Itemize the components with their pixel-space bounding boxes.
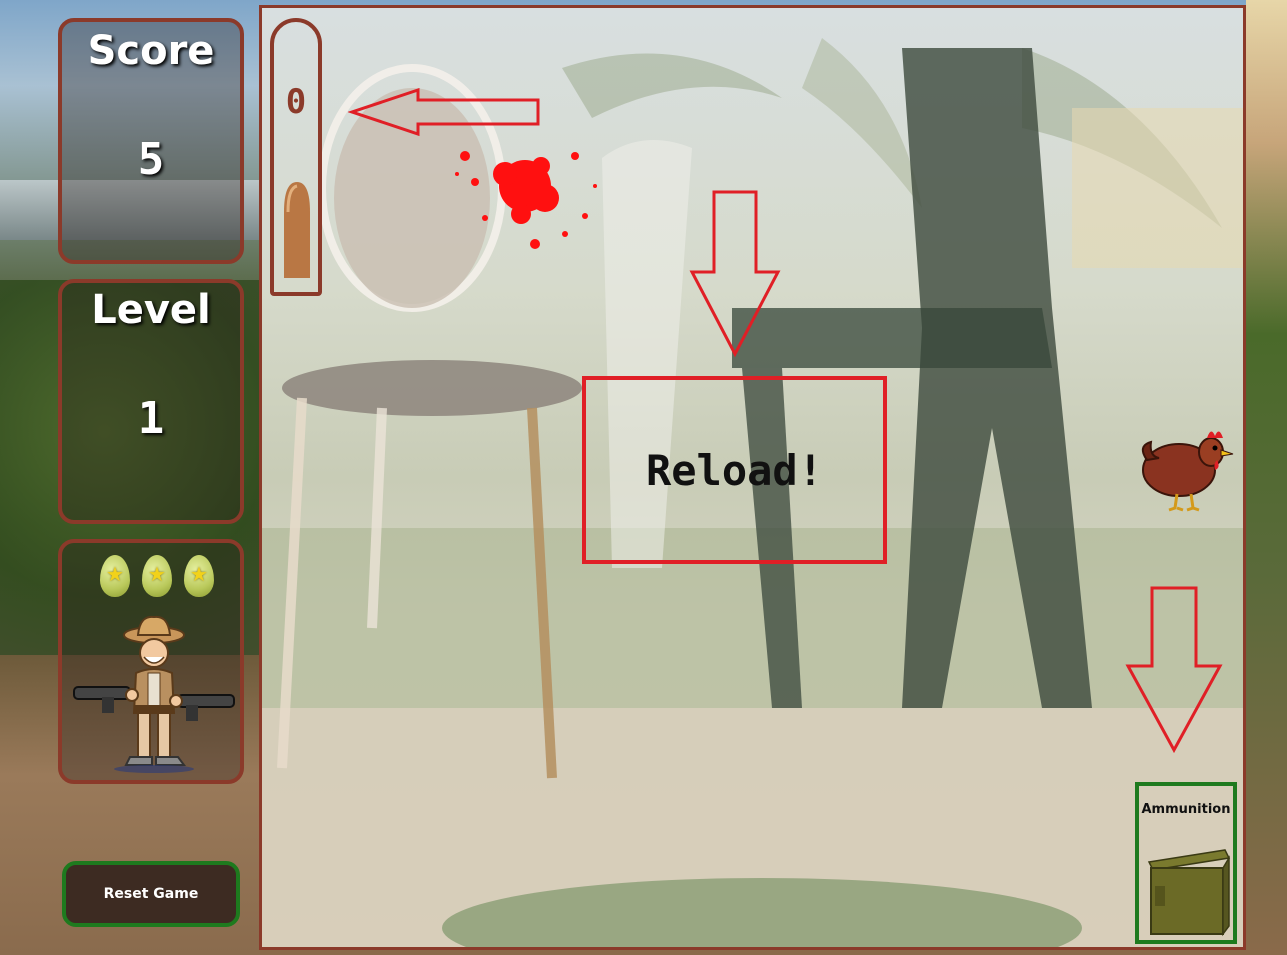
ammo-count: 0 bbox=[285, 82, 307, 122]
chicken-target-icon[interactable] bbox=[1137, 416, 1235, 512]
ammo-magazine: 0 bbox=[270, 18, 322, 296]
ammunition-label: Ammunition bbox=[1141, 802, 1231, 817]
score-title: Score bbox=[87, 28, 215, 74]
level-value: 1 bbox=[137, 393, 165, 444]
ammo-can-icon bbox=[1147, 849, 1231, 937]
level-title: Level bbox=[91, 287, 211, 333]
right-background bbox=[1246, 0, 1287, 955]
score-value: 5 bbox=[137, 134, 165, 185]
arrow-down-icon bbox=[689, 190, 781, 358]
score-panel: Score 5 bbox=[58, 18, 244, 264]
level-panel: Level 1 bbox=[58, 279, 244, 524]
bullet-icon bbox=[284, 182, 310, 278]
reload-message: Reload! bbox=[645, 445, 823, 495]
blood-splat-icon bbox=[455, 151, 597, 249]
character-panel: ★ ★ ★ bbox=[58, 539, 244, 784]
cowboy-character-icon bbox=[73, 615, 235, 773]
egg-life-icon: ★ bbox=[100, 555, 130, 597]
reload-alert[interactable]: Reload! bbox=[582, 376, 887, 564]
game-area[interactable]: 0 Reload! Ammunition bbox=[259, 5, 1246, 950]
arrow-down-icon bbox=[1125, 586, 1223, 754]
egg-life-icon: ★ bbox=[184, 555, 214, 597]
ammunition-pickup[interactable]: Ammunition bbox=[1135, 782, 1237, 944]
egg-life-icon: ★ bbox=[142, 555, 172, 597]
reset-game-button[interactable]: Reset Game bbox=[62, 861, 240, 927]
